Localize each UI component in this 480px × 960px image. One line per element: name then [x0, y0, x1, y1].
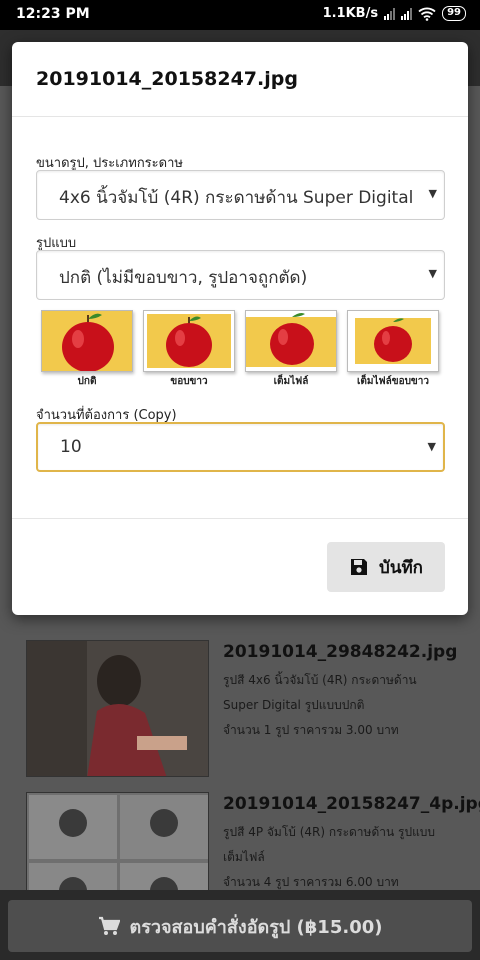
order-info: 20191014_20158247_4p.jpg รูปสี 4P จัมโบ้… — [223, 794, 480, 895]
order-desc-1: รูปสี 4x6 นิ้วจัมโบ้ (4R) กระดาษด้าน — [223, 673, 417, 687]
style-option-full-file[interactable]: เต็มไฟล์ — [245, 310, 337, 390]
order-desc-2: Super Digital รูปแบบปกติ — [223, 698, 365, 712]
size-select[interactable]: 4x6 นิ้วจัมโบ้ (4R) กระดาษด้าน Super Dig… — [36, 170, 445, 220]
photo-thumbnail — [27, 641, 208, 776]
chevron-down-icon: ▼ — [428, 187, 437, 200]
style-caption: เต็มไฟล์ขอบขาว — [357, 376, 429, 387]
wifi-icon — [418, 7, 436, 21]
floppy-disk-icon — [351, 559, 368, 575]
order-thumbnail[interactable] — [26, 640, 209, 777]
style-option-full-file-white-border[interactable]: เต็มไฟล์ขอบขาว — [347, 310, 439, 390]
cart-icon — [98, 916, 120, 935]
chevron-down-icon: ▼ — [427, 440, 436, 453]
style-preview — [143, 310, 235, 372]
order-info: 20191014_29848242.jpg รูปสี 4x6 นิ้วจัมโ… — [223, 642, 463, 743]
apple-image — [42, 311, 132, 371]
order-desc-2: เต็มไฟล์ — [223, 850, 265, 864]
order-desc-3: จำนวน 1 รูป ราคารวม 3.00 บาท — [223, 723, 399, 737]
divider — [12, 518, 468, 519]
signal-icon — [384, 7, 396, 20]
dialog-title: 20191014_20158247.jpg — [36, 68, 298, 90]
signal-icon-2 — [401, 7, 413, 20]
divider — [12, 116, 468, 117]
order-item[interactable]: 20191014_29848242.jpg รูปสี 4x6 นิ้วจัมโ… — [26, 640, 457, 780]
save-button[interactable]: บันทึก — [327, 542, 445, 592]
size-select-value: 4x6 นิ้วจัมโบ้ (4R) กระดาษด้าน Super Dig… — [59, 188, 414, 208]
order-desc-1: รูปสี 4P จัมโบ้ (4R) กระดาษด้าน รูปแบบ — [223, 825, 436, 839]
apple-image — [147, 314, 231, 368]
copy-select[interactable]: 10 ▼ — [36, 422, 445, 472]
style-options: ปกติ ขอบขาว เต็มไฟล์ เต็มไฟล์ขอบขาว — [41, 310, 441, 390]
style-option-normal[interactable]: ปกติ — [41, 310, 133, 390]
apple-image — [246, 311, 336, 371]
style-caption: ปกติ — [77, 376, 97, 387]
status-time: 12:23 PM — [16, 6, 90, 22]
style-option-white-border[interactable]: ขอบขาว — [143, 310, 235, 390]
save-label: บันทึก — [379, 557, 423, 578]
network-speed: 1.1KB/s — [322, 6, 379, 21]
checkout-label: ตรวจสอบคำสั่งอัดรูป (฿15.00) — [129, 916, 383, 938]
status-indicators: 1.1KB/s 99 — [323, 6, 466, 21]
status-bar: 12:23 PM 1.1KB/s 99 — [0, 0, 480, 30]
apple-image — [351, 314, 435, 368]
style-caption: เต็มไฟล์ — [273, 376, 309, 387]
style-select-value: ปกติ (ไม่มีขอบขาว, รูปอาจถูกตัด) — [59, 268, 308, 288]
photo-options-dialog: 20191014_20158247.jpg ขนาดรูป, ประเภทกระ… — [12, 42, 468, 615]
style-preview — [347, 310, 439, 372]
checkout-button[interactable]: ตรวจสอบคำสั่งอัดรูป (฿15.00) — [8, 900, 472, 952]
style-preview — [41, 310, 133, 372]
style-select[interactable]: ปกติ (ไม่มีขอบขาว, รูปอาจถูกตัด) ▼ — [36, 250, 445, 300]
copy-select-value: 10 — [60, 437, 82, 457]
order-filename: 20191014_29848242.jpg — [223, 642, 458, 662]
style-caption: ขอบขาว — [170, 376, 208, 387]
order-filename: 20191014_20158247_4p.jpg — [223, 794, 480, 814]
battery-icon: 99 — [442, 6, 466, 21]
style-preview — [245, 310, 337, 372]
chevron-down-icon: ▼ — [428, 267, 437, 280]
